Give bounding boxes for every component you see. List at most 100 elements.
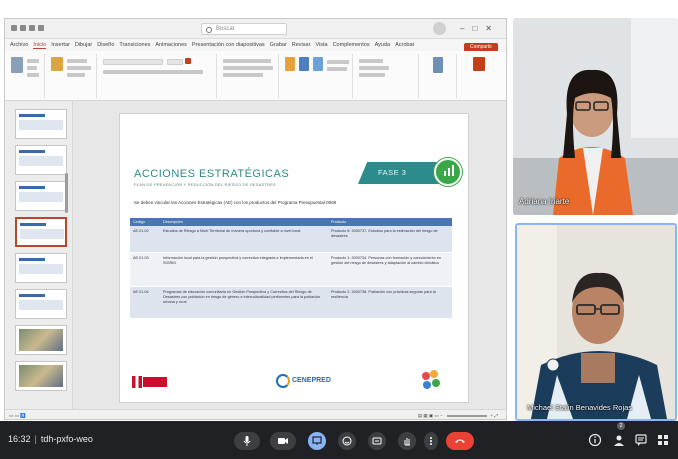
account-avatar[interactable]: [433, 22, 446, 35]
participant-video: [513, 18, 678, 215]
table-header-cell: Producto: [328, 218, 452, 226]
slide-thumbnail[interactable]: [15, 325, 67, 355]
bicentennial-logo: [420, 370, 442, 392]
ribbon-tab[interactable]: Archivo: [10, 42, 28, 48]
captions-icon: [372, 437, 382, 445]
participant-name: Adriana Iriarte: [519, 197, 570, 206]
cenepred-logo-text: CENEPRED: [292, 377, 331, 384]
slide-thumbnail[interactable]: [15, 289, 67, 319]
phase-label: FASE 3: [378, 168, 407, 177]
hang-up-icon: [455, 439, 465, 443]
meeting-code[interactable]: tdh-pxfo-weo: [41, 434, 93, 444]
camera-icon: [278, 438, 288, 444]
people-button[interactable]: [612, 433, 626, 447]
slide-thumbnail[interactable]: [15, 109, 67, 139]
slide-subtitle: PLAN DE PREVENCIÓN Y REDUCCIÓN DEL RIESG…: [134, 182, 276, 187]
ribbon-group-editing: [355, 54, 419, 98]
present-screen-button[interactable]: [308, 432, 326, 450]
ribbon-group-font: [99, 54, 217, 98]
ribbon-tab[interactable]: Insertar: [51, 42, 70, 48]
chat-button[interactable]: [634, 433, 648, 447]
new-slide-icon[interactable]: [51, 57, 63, 71]
arrange-icon[interactable]: [299, 57, 309, 71]
info-icon: [588, 433, 602, 447]
ribbon-tab[interactable]: Inicio: [33, 42, 47, 49]
slide-thumbnail[interactable]: [15, 361, 67, 391]
raise-hand-button[interactable]: [398, 432, 416, 450]
dictate-icon[interactable]: [433, 57, 443, 73]
meeting-info: 16:32 | tdh-pxfo-weo: [8, 434, 93, 444]
ribbon-tab[interactable]: Dibujar: [75, 42, 92, 48]
shapes-icon[interactable]: [285, 57, 295, 71]
ppt-titlebar: Buscar –□✕: [5, 19, 506, 39]
emoji-icon: [342, 436, 352, 446]
slide-footer: CENEPRED: [120, 366, 468, 402]
ribbon-tabs: Archivo Inicio Insertar Dibujar Diseño Transi…: [5, 39, 506, 52]
font-family-select[interactable]: [103, 59, 163, 65]
ribbon-group-slides: [47, 54, 97, 98]
camera-button[interactable]: [270, 432, 296, 450]
more-vert-icon: [430, 437, 432, 445]
slide-thumbnail[interactable]: [15, 181, 67, 211]
addins-icon[interactable]: [473, 57, 485, 71]
quick-styles-icon[interactable]: [313, 57, 323, 71]
activities-icon: [658, 435, 668, 445]
present-icon: [312, 436, 322, 445]
slide-thumbnail[interactable]: [15, 253, 67, 283]
ribbon-group-addins: [459, 54, 503, 98]
chat-icon: [635, 434, 647, 446]
paste-icon[interactable]: [11, 57, 23, 73]
participant-count-badge: 2: [617, 422, 625, 430]
ribbon-tab[interactable]: Transiciones: [119, 42, 150, 48]
ribbon-tab[interactable]: Vista: [315, 42, 327, 48]
ribbon-tab[interactable]: Diseño: [97, 42, 114, 48]
slide-thumbnails: [5, 101, 73, 409]
ribbon-tab[interactable]: Acrobat: [395, 42, 414, 48]
table-cell: Producto 6: 3000737. Estudios para la es…: [328, 226, 452, 253]
window-controls[interactable]: –□✕: [460, 24, 500, 33]
table-cell: Producto 2: 3000738. Población con práct…: [328, 286, 452, 319]
ribbon-tab[interactable]: Ayuda: [375, 42, 391, 48]
search-input[interactable]: Buscar: [201, 23, 287, 35]
participant-tile[interactable]: Adriana Iriarte: [513, 18, 678, 215]
microphone-button[interactable]: [234, 432, 260, 450]
shared-screen: Buscar –□✕ Archivo Inicio Insertar Dibujar D…: [4, 18, 507, 420]
leave-call-button[interactable]: [446, 432, 474, 450]
ribbon-group-drawing: [281, 54, 353, 98]
ribbon-tab[interactable]: Grabar: [270, 42, 287, 48]
meeting-details-button[interactable]: [588, 433, 602, 447]
table-cell: Producto 1: 3000734. Personas con formac…: [328, 252, 452, 287]
table-header-row: Código Descripción Producto: [130, 218, 452, 226]
zoom-control[interactable]: ▤ ▦ ▣ ▭ − + ⤢: [418, 413, 498, 419]
slide[interactable]: ACCIONES ESTRATÉGICAS PLAN DE PREVENCIÓN…: [119, 113, 469, 403]
table-row: AE.01.03 Información local para la gesti…: [130, 252, 452, 287]
font-color-icon[interactable]: [185, 58, 191, 64]
table-row: AE.01.04 Programas de educación comunita…: [130, 286, 452, 319]
screen: Buscar –□✕ Archivo Inicio Insertar Dibujar D…: [0, 0, 678, 459]
participant-video: [517, 225, 675, 419]
ribbon-tab[interactable]: Animaciones: [155, 42, 187, 48]
activities-button[interactable]: [656, 433, 670, 447]
font-size-select[interactable]: [167, 59, 183, 65]
table-cell: AE.01.04: [130, 286, 160, 319]
quick-access-toolbar[interactable]: [11, 25, 71, 32]
more-options-button[interactable]: [424, 432, 438, 450]
thumbnails-scrollbar[interactable]: [65, 173, 68, 213]
ribbon-tab[interactable]: Presentación con diapositivas: [192, 42, 265, 48]
participant-tile-active-speaker[interactable]: Michael Stalin Benavides Rojas: [515, 223, 677, 421]
ribbon-tab[interactable]: Complementos: [333, 42, 370, 48]
slide-thumbnail[interactable]: [15, 145, 67, 175]
ribbon-group-clipboard: [7, 54, 45, 98]
reactions-button[interactable]: [338, 432, 356, 450]
ribbon: [5, 51, 506, 101]
status-left: ▭ ▭ ♿: [9, 413, 26, 418]
captions-button[interactable]: [368, 432, 386, 450]
table-cell: Estudios de Riesgo a Nivel Territorial d…: [160, 226, 328, 253]
table-cell: Programas de educación comunitaria en Ge…: [160, 286, 328, 319]
ribbon-group-paragraph: [219, 54, 279, 98]
ribbon-tab[interactable]: Revisar: [292, 42, 311, 48]
table-cell: Información local para la gestión prospe…: [160, 252, 328, 287]
ppt-statusbar: ▭ ▭ ♿ ▤ ▦ ▣ ▭ − + ⤢: [5, 409, 506, 419]
slide-canvas: ACCIONES ESTRATÉGICAS PLAN DE PREVENCIÓN…: [73, 101, 506, 409]
slide-thumbnail-selected[interactable]: [15, 217, 67, 247]
